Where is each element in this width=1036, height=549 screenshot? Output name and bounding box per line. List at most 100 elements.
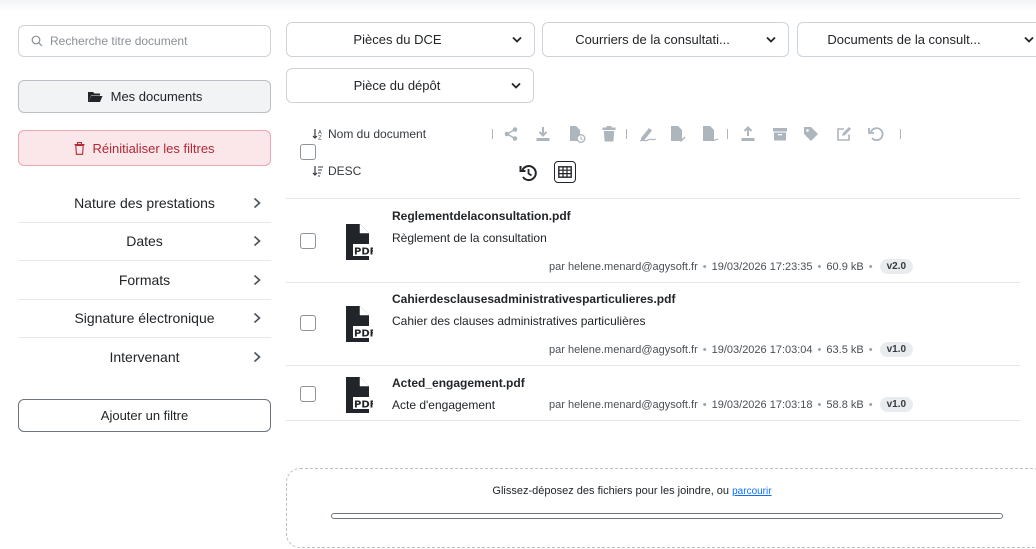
drop-zone-text: Glissez-déposez des fichiers pour les jo… [287, 485, 977, 497]
facet-label: Dates [126, 233, 163, 250]
reset-filters-button[interactable]: Réinitialiser les filtres [18, 130, 271, 166]
document-title: Cahier des clauses administratives parti… [392, 314, 646, 328]
document-meta: par helene.menard@agysoft.fr • 19/03/2026… [549, 259, 914, 274]
row-separator [286, 198, 1020, 199]
document-filename[interactable]: Cahierdesclausesadministrativesparticuli… [392, 292, 675, 306]
sort-field-label: Nom du document [328, 127, 427, 141]
select-value: Courriers de la consultati... [575, 32, 730, 47]
document-size: 58.8 kB [826, 398, 864, 411]
my-documents-button[interactable]: Mes documents [18, 80, 271, 113]
facet-label: Signature électronique [74, 310, 215, 327]
document-filename[interactable]: Reglementdelaconsultation.pdf [392, 209, 571, 223]
row-separator [286, 420, 1020, 421]
upload-icon[interactable] [738, 124, 758, 144]
facet-label: Intervenant [109, 349, 180, 366]
chevron-down-icon [512, 36, 522, 43]
chevron-right-icon [253, 274, 261, 285]
sort-order-label: DESC [328, 164, 362, 178]
document-size: 60.9 kB [826, 260, 864, 273]
pdf-file-icon: PDF [346, 224, 373, 260]
row-checkbox[interactable] [300, 386, 316, 402]
chevron-right-icon [253, 352, 261, 363]
my-documents-label: Mes documents [110, 89, 203, 104]
facet-intervenant[interactable]: Intervenant [18, 338, 271, 377]
version-badge: v2.0 [879, 259, 914, 274]
document-date: 19/03/2026 17:03:04 [711, 343, 813, 356]
select-all-checkbox[interactable] [300, 144, 316, 160]
depot-piece-select[interactable]: Pièce du dépôt [286, 68, 534, 103]
add-filter-label: Ajouter un filtre [100, 408, 189, 423]
facet-signature[interactable]: Signature électronique [18, 300, 271, 338]
document-meta: par helene.menard@agysoft.fr • 19/03/2026… [549, 342, 914, 357]
documents-consultation-select[interactable]: Documents de la consult... [797, 22, 1036, 57]
file-drop-zone[interactable]: Glissez-déposez des fichiers pour les jo… [286, 468, 1036, 548]
document-title: Acte d'engagement [392, 398, 496, 412]
archive-icon[interactable] [770, 124, 790, 144]
search-placeholder: Recherche titre document [50, 34, 188, 48]
reset-filters-label: Réinitialiser les filtres [92, 140, 215, 156]
tag-icon[interactable] [801, 124, 821, 144]
svg-text:PDF: PDF [354, 329, 373, 340]
edit-icon[interactable] [834, 124, 854, 144]
facet-nature-prestations[interactable]: Nature des prestations [18, 184, 271, 223]
facet-formats[interactable]: Formats [18, 261, 271, 300]
folder-open-icon [87, 91, 103, 102]
add-filter-button[interactable]: Ajouter un filtre [18, 399, 271, 432]
top-shadow [0, 0, 1036, 12]
facet-label: Nature des prestations [74, 194, 215, 211]
chevron-down-icon [766, 36, 776, 43]
chevron-down-icon [511, 82, 521, 89]
sort-desc-icon [312, 166, 323, 177]
toolbar-divider [727, 129, 728, 139]
search-input[interactable]: Recherche titre document [18, 25, 271, 57]
browse-link[interactable]: parcourir [732, 486, 771, 497]
row-checkbox[interactable] [300, 233, 316, 249]
share-icon[interactable] [501, 124, 521, 144]
toolbar-divider [626, 129, 627, 139]
version-badge: v1.0 [879, 397, 914, 412]
dce-pieces-select[interactable]: Pièces du DCE [286, 22, 535, 57]
document-meta: par helene.menard@agysoft.fr • 19/03/2026… [549, 397, 914, 412]
facet-list: Nature des prestations Dates Formats Sig… [18, 184, 271, 377]
select-value: Pièce du dépôt [353, 78, 441, 93]
svg-text:PDF: PDF [354, 247, 373, 258]
drop-zone-message: Glissez-déposez des fichiers pour les jo… [492, 485, 730, 497]
document-author: par helene.menard@agysoft.fr [549, 260, 698, 273]
document-size: 63.5 kB [826, 343, 864, 356]
document-filename[interactable]: Acted_engagement.pdf [392, 376, 525, 390]
table-icon [558, 166, 572, 178]
sign-icon[interactable] [638, 124, 658, 144]
download-icon[interactable] [533, 124, 553, 144]
document-date: 19/03/2026 17:23:35 [711, 260, 813, 273]
row-separator [286, 365, 1020, 366]
document-date: 19/03/2026 17:03:18 [711, 398, 813, 411]
chevron-right-icon [253, 236, 261, 247]
upload-progress-bar [331, 513, 1003, 519]
sort-az-icon: AZ [312, 129, 322, 141]
facet-dates[interactable]: Dates [18, 223, 271, 261]
undo-icon[interactable] [866, 124, 886, 144]
chevron-right-icon [253, 197, 261, 208]
svg-text:Z: Z [318, 136, 322, 141]
file-clock-icon[interactable] [567, 124, 587, 144]
pdf-file-icon: PDF [346, 377, 373, 413]
trash-icon[interactable] [599, 124, 619, 144]
document-author: par helene.menard@agysoft.fr [549, 343, 698, 356]
row-separator [286, 282, 1020, 283]
toolbar-divider [492, 129, 493, 139]
courriers-select[interactable]: Courriers de la consultati... [542, 22, 789, 57]
row-checkbox[interactable] [300, 315, 316, 331]
select-value: Documents de la consult... [827, 32, 981, 47]
sort-order-button[interactable]: DESC [312, 164, 361, 178]
file-sign-icon[interactable] [700, 124, 720, 144]
svg-text:PDF: PDF [354, 400, 373, 411]
history-icon[interactable] [518, 163, 538, 183]
pdf-file-icon: PDF [346, 306, 373, 342]
toolbar-divider [900, 129, 901, 139]
file-check-icon[interactable] [668, 124, 688, 144]
search-icon [31, 35, 43, 47]
version-badge: v1.0 [879, 342, 914, 357]
sort-field-button[interactable]: AZ Nom du document [312, 127, 426, 141]
select-value: Pièces du DCE [353, 32, 442, 47]
grid-view-button[interactable] [554, 161, 576, 183]
